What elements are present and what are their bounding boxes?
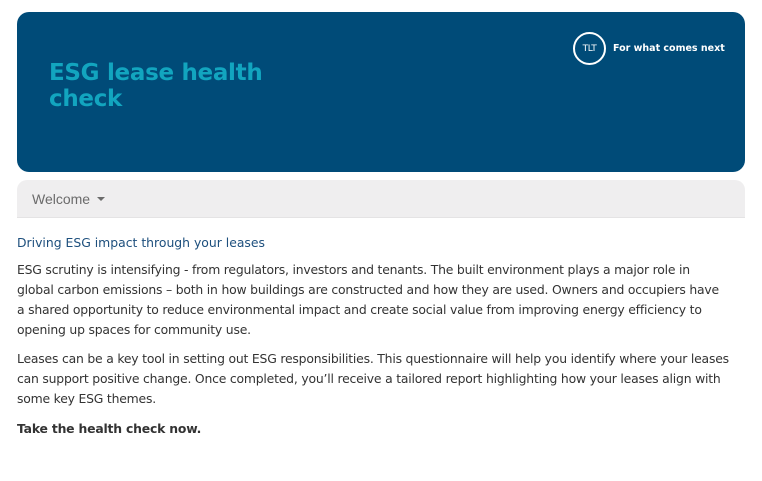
- call-to-action: Take the health check now.: [17, 421, 202, 436]
- tlt-logo[interactable]: TLT For what comes next: [573, 32, 725, 65]
- logo-tagline: For what comes next: [613, 43, 725, 54]
- section-heading: Driving ESG impact through your leases: [17, 235, 265, 250]
- tlt-logo-mark: TLT: [573, 32, 606, 65]
- intro-paragraph: ESG scrutiny is intensifying - from regu…: [17, 262, 719, 337]
- header-banner: ESG lease health check TLT For what come…: [17, 12, 745, 172]
- nav-bar: Welcome: [17, 180, 745, 218]
- welcome-dropdown-label: Welcome: [32, 190, 91, 207]
- lease-paragraph: Leases can be a key tool in setting out …: [17, 351, 729, 406]
- page-title: ESG lease health check: [49, 60, 263, 112]
- main-content: Driving ESG impact through your leases E…: [17, 234, 729, 439]
- caret-down-icon: [97, 196, 106, 201]
- welcome-dropdown[interactable]: Welcome: [32, 180, 106, 217]
